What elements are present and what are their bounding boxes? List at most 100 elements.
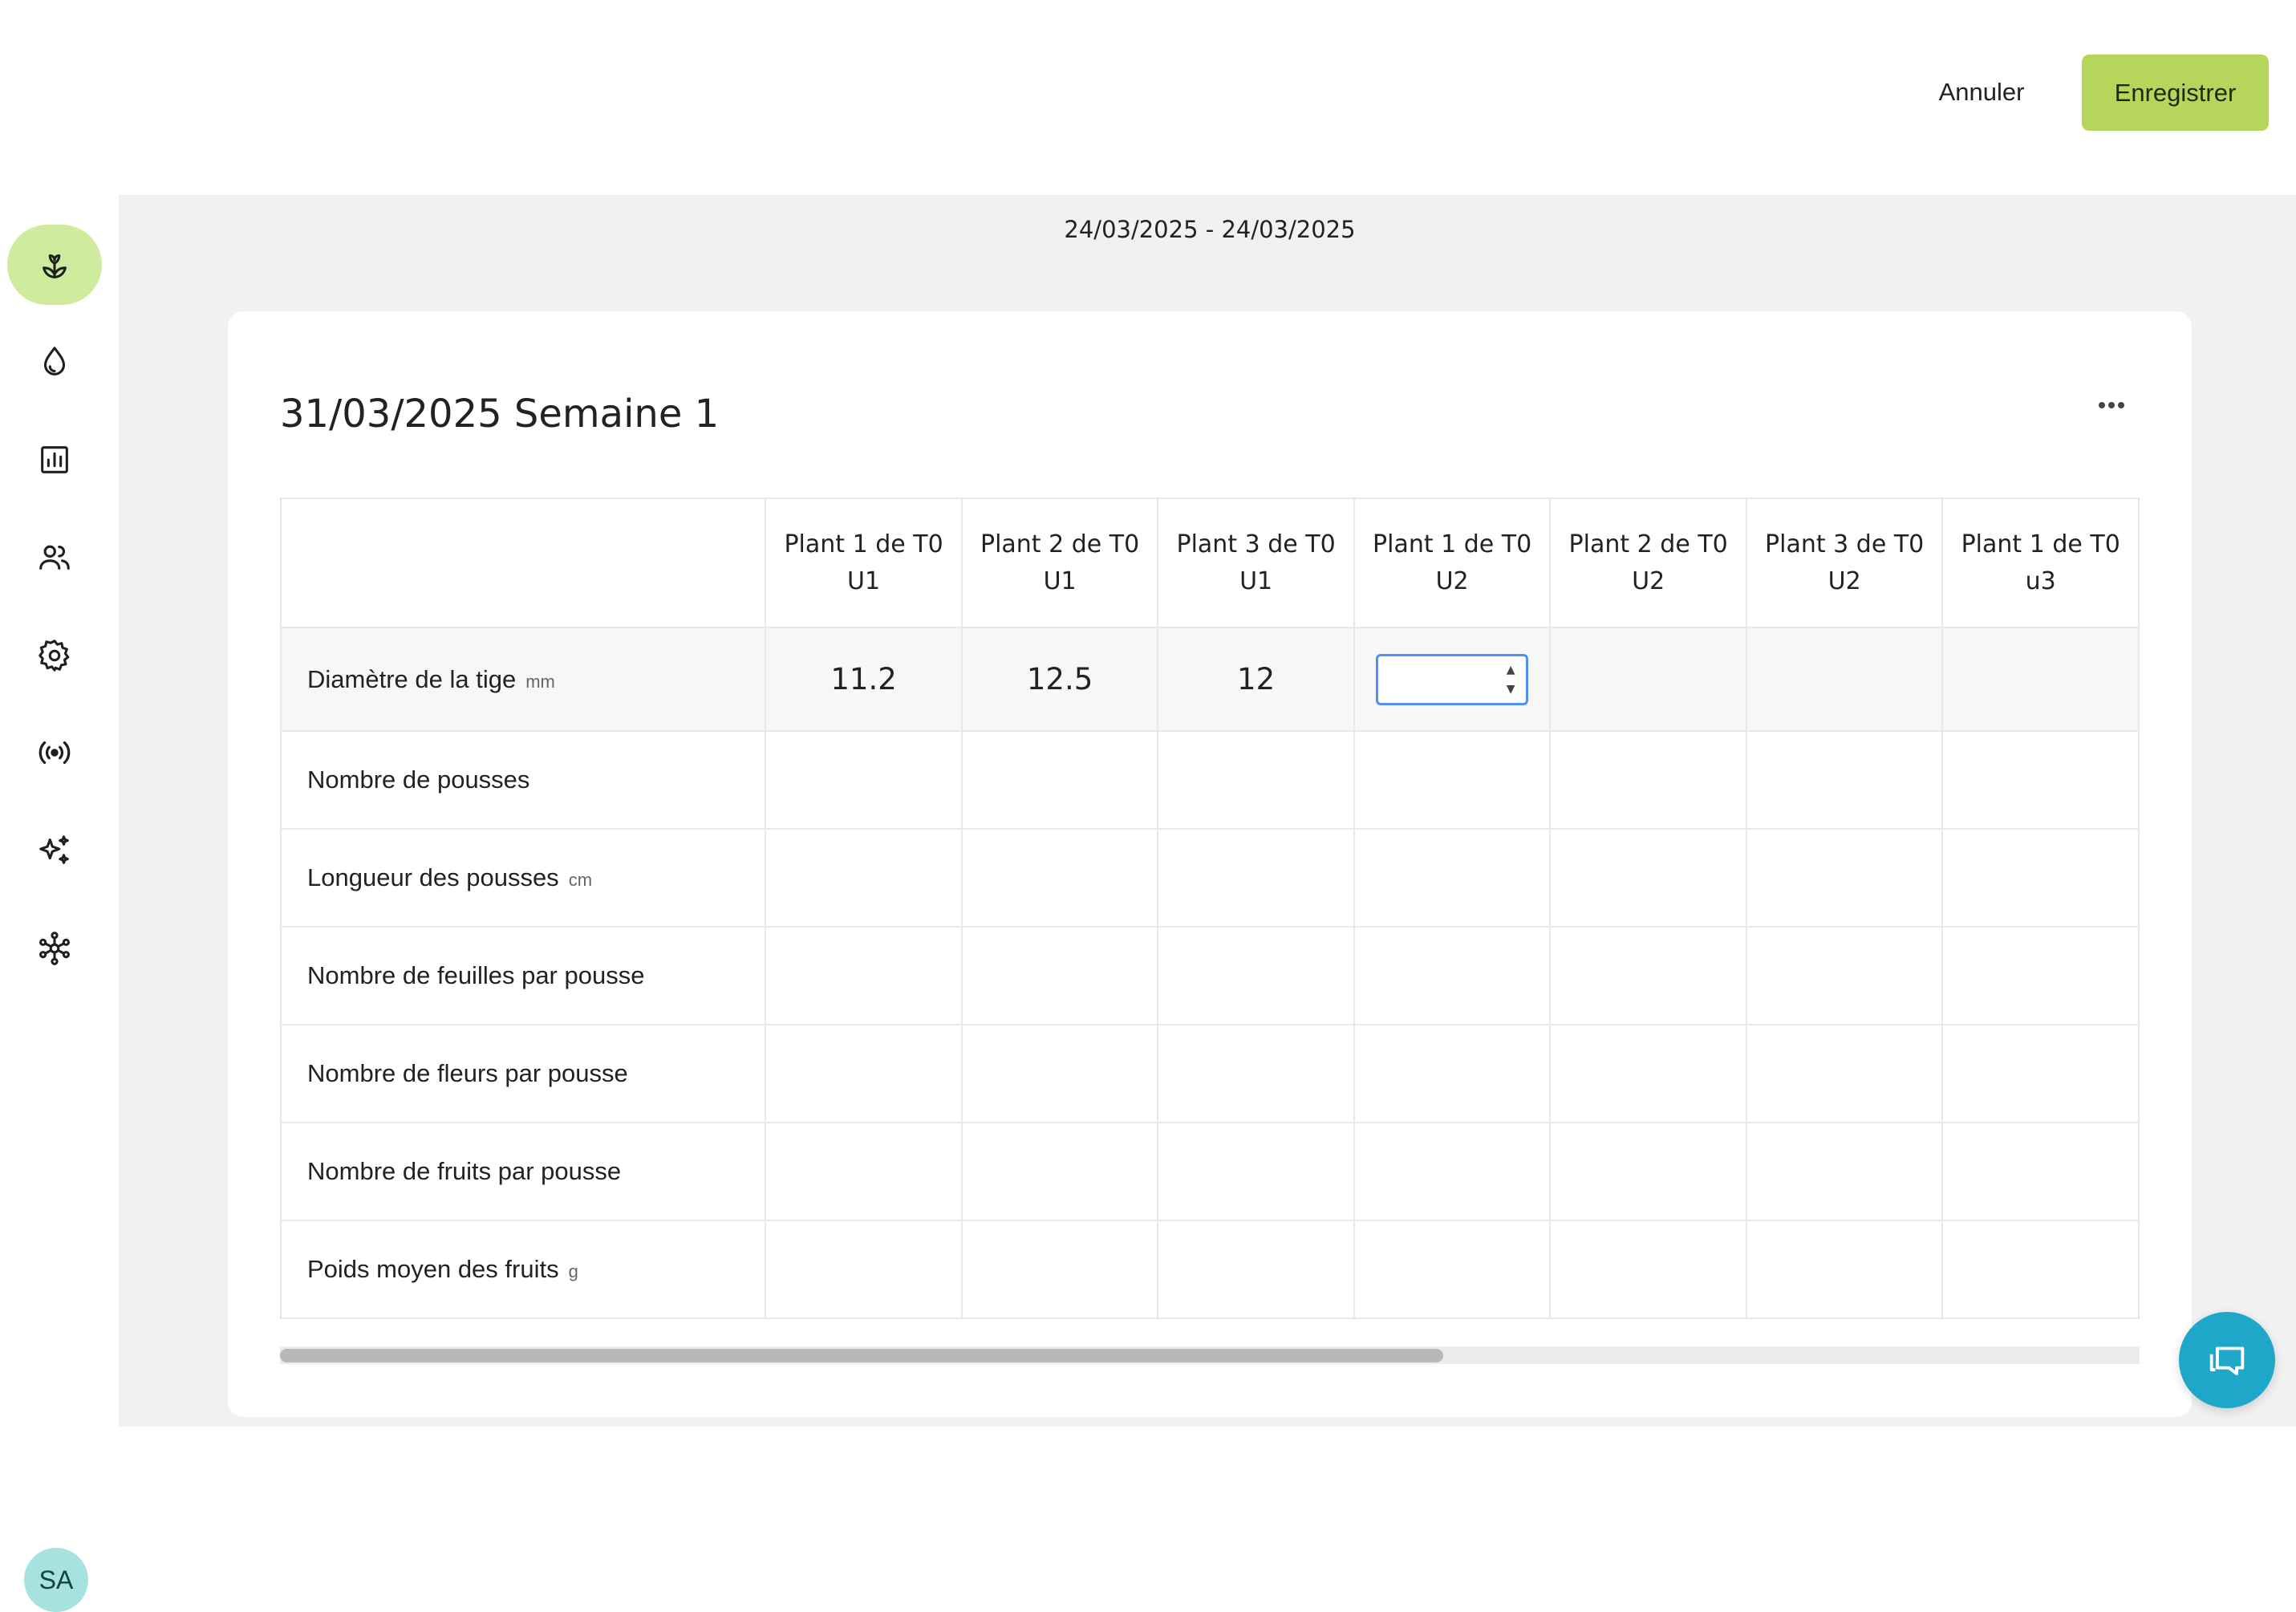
table-row: Nombre de fruits par pousse <box>281 1123 2140 1221</box>
main-content: 24/03/2025 - 24/03/2025 31/03/2025 Semai… <box>119 195 2296 1427</box>
column-header: Plant 3 de T0 U2 <box>1746 498 1944 628</box>
more-horizontal-icon <box>2099 402 2124 408</box>
table-cell[interactable] <box>1746 731 1944 830</box>
header-corner <box>281 498 767 628</box>
table-cell[interactable] <box>1550 731 1747 830</box>
table-cell[interactable] <box>961 731 1159 830</box>
column-header: Plant 2 de T0 U2 <box>1550 498 1747 628</box>
row-label: Nombre de pousses <box>281 731 767 830</box>
measurement-table-viewport[interactable]: Plant 1 de T0 U1 Plant 2 de T0 U1 Plant 3 … <box>280 497 2140 1366</box>
table-row: Longueur des pousses cm <box>281 829 2140 928</box>
table-cell[interactable] <box>1746 1025 1944 1123</box>
chat-support-button[interactable] <box>2179 1312 2275 1408</box>
spin-down-icon[interactable]: ▼ <box>1507 682 1515 696</box>
cancel-button[interactable]: Annuler <box>1909 55 2054 130</box>
table-cell[interactable] <box>765 731 963 830</box>
scrollbar-thumb[interactable] <box>280 1349 1443 1362</box>
table-cell[interactable] <box>1550 627 1747 732</box>
table-cell[interactable] <box>1353 1220 1552 1319</box>
row-label: Diamètre de la tige mm <box>281 627 767 732</box>
table-cell[interactable] <box>1942 627 2140 732</box>
spin-up-icon[interactable]: ▲ <box>1507 663 1515 677</box>
table-cell[interactable] <box>1158 829 1355 928</box>
table-cell[interactable] <box>1353 1123 1552 1221</box>
nav-item-stats[interactable] <box>7 420 102 500</box>
table-cell[interactable] <box>765 829 963 928</box>
table-cell[interactable] <box>1942 1123 2140 1221</box>
table-cell[interactable] <box>1353 927 1552 1025</box>
number-spinner[interactable]: ▲ ▼ <box>1504 663 1517 696</box>
table-cell[interactable] <box>961 1123 1159 1221</box>
avatar[interactable]: SA <box>24 1548 88 1612</box>
table-cell[interactable] <box>1746 1123 1944 1221</box>
column-header: Plant 2 de T0 U1 <box>961 498 1159 628</box>
table-cell[interactable] <box>1353 1025 1552 1123</box>
unit-label: mm <box>525 671 555 692</box>
chat-bubbles-icon <box>2209 1346 2245 1375</box>
card-title: 31/03/2025 Semaine 1 <box>280 392 720 436</box>
table-cell[interactable] <box>1746 829 1944 928</box>
nav-item-water[interactable] <box>7 322 102 402</box>
table-cell[interactable]: 11.2 <box>765 627 963 732</box>
nav-item-plants[interactable] <box>7 225 102 305</box>
table-cell[interactable] <box>961 1025 1159 1123</box>
row-label: Nombre de fruits par pousse <box>281 1123 767 1221</box>
table-cell[interactable] <box>1353 731 1552 830</box>
table-cell[interactable] <box>961 1220 1159 1319</box>
table-cell[interactable] <box>765 927 963 1025</box>
nav-item-ai[interactable] <box>7 810 102 891</box>
table-cell[interactable] <box>1942 731 2140 830</box>
nav-item-sensors[interactable] <box>7 713 102 793</box>
table-row: Diamètre de la tige mm 11.2 12.5 12 ▲ ▼ <box>281 627 2140 732</box>
row-label: Poids moyen des fruits g <box>281 1220 767 1319</box>
table-cell[interactable] <box>765 1123 963 1221</box>
table-cell[interactable] <box>1353 829 1552 928</box>
table-cell[interactable] <box>1158 1025 1355 1123</box>
table-cell[interactable] <box>1746 627 1944 732</box>
table-cell[interactable] <box>765 1025 963 1123</box>
signal-icon <box>39 741 71 765</box>
table-cell[interactable] <box>1158 1220 1355 1319</box>
unit-label: cm <box>568 870 593 890</box>
table-cell[interactable]: 12.5 <box>961 627 1159 732</box>
table-cell[interactable] <box>1942 1220 2140 1319</box>
table-cell[interactable] <box>1158 927 1355 1025</box>
nav-item-users[interactable] <box>7 518 102 598</box>
row-label: Nombre de fleurs par pousse <box>281 1025 767 1123</box>
table-cell[interactable]: 12 <box>1158 627 1355 732</box>
table-cell[interactable] <box>961 829 1159 928</box>
table-cell[interactable] <box>1746 1220 1944 1319</box>
row-label: Longueur des pousses cm <box>281 829 767 928</box>
horizontal-scrollbar[interactable] <box>280 1346 2140 1364</box>
bar-chart-icon <box>41 446 68 473</box>
more-options-button[interactable] <box>2087 385 2136 425</box>
table-cell[interactable] <box>1550 1220 1747 1319</box>
gear-icon <box>39 640 70 672</box>
nav-item-settings[interactable] <box>7 615 102 696</box>
table-cell[interactable] <box>1550 927 1747 1025</box>
table-cell[interactable] <box>1550 829 1747 928</box>
table-cell[interactable] <box>1158 731 1355 830</box>
table-cell[interactable] <box>1550 1123 1747 1221</box>
observation-card: 31/03/2025 Semaine 1 Plant 1 de T0 U1 Pl… <box>228 311 2192 1417</box>
table-cell[interactable] <box>1942 829 2140 928</box>
network-icon <box>39 932 70 965</box>
table-row: Nombre de fleurs par pousse <box>281 1025 2140 1123</box>
nav-item-network[interactable] <box>7 908 102 989</box>
sparkles-icon <box>39 835 69 864</box>
table-row: Nombre de pousses <box>281 731 2140 830</box>
column-header: Plant 1 de T0 u3 <box>1942 498 2140 628</box>
table-cell[interactable] <box>1746 927 1944 1025</box>
save-button[interactable]: Enregistrer <box>2082 55 2269 131</box>
users-icon <box>39 545 70 570</box>
table-cell-editing[interactable]: ▲ ▼ <box>1353 627 1552 732</box>
table-cell[interactable] <box>1942 1025 2140 1123</box>
table-cell[interactable] <box>961 927 1159 1025</box>
table-cell[interactable] <box>1550 1025 1747 1123</box>
date-range[interactable]: 24/03/2025 - 24/03/2025 <box>119 216 2296 243</box>
measurement-table: Plant 1 de T0 U1 Plant 2 de T0 U1 Plant 3 … <box>280 497 2140 1319</box>
table-cell[interactable] <box>1942 927 2140 1025</box>
table-cell[interactable] <box>1158 1123 1355 1221</box>
table-cell[interactable] <box>765 1220 963 1319</box>
column-header: Plant 3 de T0 U1 <box>1158 498 1355 628</box>
